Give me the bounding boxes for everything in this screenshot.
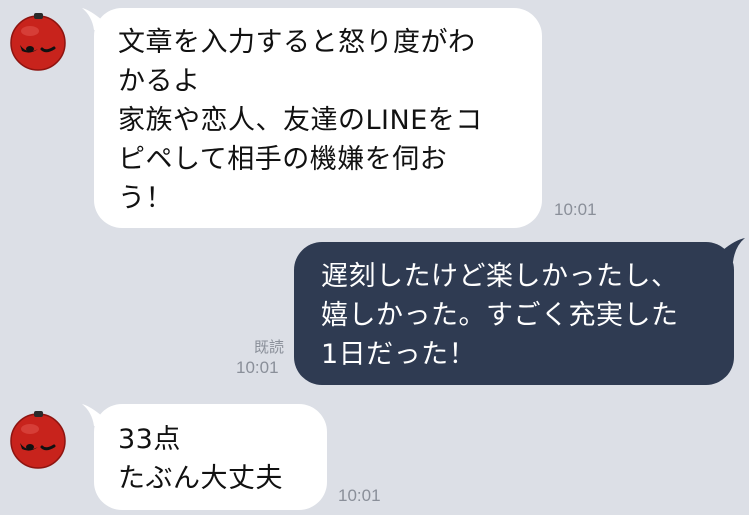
message-text-line: かるよ xyxy=(118,66,201,97)
bot-avatar-icon[interactable] xyxy=(8,409,68,469)
bot-avatar-icon[interactable] xyxy=(8,11,68,71)
message-timestamp: 10:01 xyxy=(554,200,597,219)
message-text-line: 1日だった！ xyxy=(321,339,477,370)
message-text-line: う！ xyxy=(118,183,173,214)
bubble-tail xyxy=(723,238,745,262)
message-text-line: 遅刻したけど楽しかったし、 xyxy=(321,261,679,292)
message-text-line: ピペして相手の機嫌を伺お xyxy=(118,144,448,175)
message-bubble-incoming[interactable]: 33点 たぶん大丈夫 xyxy=(94,404,327,510)
message-text-line: 文章を入力すると怒り度がわ xyxy=(118,27,476,58)
message-bubble-incoming[interactable]: 文章を入力すると怒り度がわ かるよ 家族や恋人、友達のLINEをコ ピペして相手… xyxy=(94,8,542,228)
message-text-line: 嬉しかった。すごく充実した xyxy=(321,300,679,331)
message-timestamp: 10:01 xyxy=(338,486,381,505)
message-text-line: たぶん大丈夫 xyxy=(118,463,283,494)
read-receipt: 既読 xyxy=(254,338,285,356)
message-text-line: 家族や恋人、友達のLINEをコ xyxy=(118,105,483,136)
message-text-line: 33点 xyxy=(118,424,181,455)
message-timestamp: 10:01 xyxy=(236,358,279,377)
message-bubble-outgoing[interactable]: 遅刻したけど楽しかったし、 嬉しかった。すごく充実した 1日だった！ xyxy=(294,242,734,385)
